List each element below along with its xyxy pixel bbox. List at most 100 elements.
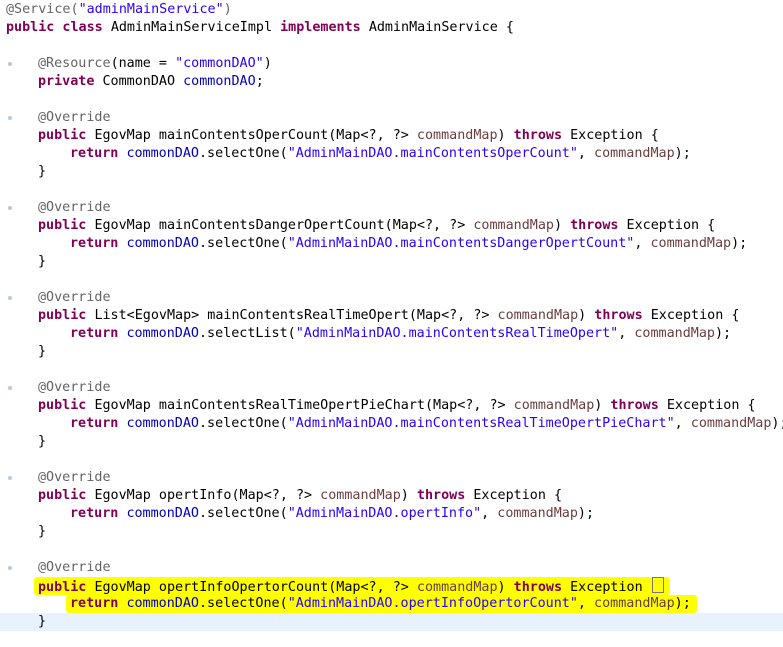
code-token: @Override [38, 560, 111, 575]
code-token: throws [513, 580, 571, 595]
code-line[interactable]: } [0, 253, 783, 271]
code-line[interactable]: return commonDAO.selectList("AdminMainDA… [0, 325, 783, 343]
code-line[interactable] [0, 451, 783, 469]
code-token: } [38, 344, 47, 359]
fold-marker-icon[interactable] [8, 566, 12, 570]
fold-marker-icon[interactable] [8, 386, 12, 390]
code-line[interactable]: @Service("adminMainService") [0, 1, 783, 19]
code-line[interactable] [0, 361, 783, 379]
code-token: EgovMap opertInfoOpertorCount(Map<?, ?> [94, 580, 417, 595]
code-line[interactable]: private CommonDAO commonDAO; [0, 73, 783, 91]
code-token: commonDAO [126, 146, 199, 161]
code-text: @Override [38, 379, 111, 397]
code-token: throws [594, 308, 651, 323]
fold-marker-icon[interactable] [8, 206, 12, 210]
code-line[interactable]: public EgovMap mainContentsOperCount(Map… [0, 127, 783, 145]
code-line[interactable] [0, 91, 783, 109]
code-text: @Override [38, 289, 111, 307]
code-token: , [618, 326, 635, 341]
code-token: } [38, 164, 47, 179]
code-token: commandMap [690, 416, 772, 431]
code-token: Exception { [570, 128, 659, 143]
code-line[interactable]: @Resource(name = "commonDAO") [0, 55, 783, 73]
code-token: @Service( [6, 2, 79, 17]
code-token: ); [577, 506, 595, 521]
code-line[interactable] [0, 181, 783, 199]
code-token: commonDAO [183, 74, 256, 89]
code-token: return [70, 146, 127, 161]
code-token: EgovMap opertInfo(Map<?, ?> [94, 488, 321, 503]
code-token: , [577, 596, 595, 611]
code-line[interactable]: } [0, 163, 783, 181]
fold-marker-icon[interactable] [8, 116, 12, 120]
code-text: private CommonDAO commonDAO; [38, 73, 264, 91]
code-line[interactable]: public EgovMap opertInfo(Map<?, ?> comma… [0, 487, 783, 505]
code-line[interactable]: public List<EgovMap> mainContentsRealTim… [0, 307, 783, 325]
code-line[interactable]: @Override [0, 469, 783, 487]
code-token: .selectList( [199, 326, 296, 341]
code-text: @Service("adminMainService") [6, 1, 232, 19]
code-token: "AdminMainDAO.opertInfoOpertorCount" [287, 596, 578, 611]
code-token: commandMap [497, 506, 578, 521]
code-token: List<EgovMap> mainContentsRealTimeOpert(… [94, 308, 498, 323]
code-line[interactable]: @Override [0, 379, 783, 397]
code-token: .selectOne( [199, 416, 288, 431]
code-token: .selectOne( [199, 506, 288, 521]
fold-marker-icon[interactable] [8, 296, 12, 300]
code-token: return [70, 416, 127, 431]
code-line[interactable] [0, 271, 783, 289]
code-token: commonDAO [126, 416, 199, 431]
code-text: return commonDAO.selectOne("AdminMainDAO… [70, 235, 747, 253]
fold-marker-icon[interactable] [8, 62, 12, 66]
code-text: return commonDAO.selectOne("AdminMainDAO… [70, 145, 691, 163]
code-token: EgovMap mainContentsDangerOpertCount(Map… [94, 218, 474, 233]
code-token: , [577, 146, 595, 161]
code-token: ) [594, 398, 611, 413]
fold-marker-icon[interactable] [8, 476, 12, 480]
code-line[interactable]: public EgovMap opertInfoOpertorCount(Map… [0, 577, 783, 595]
code-text: public EgovMap opertInfo(Map<?, ?> comma… [38, 487, 562, 505]
code-text: @Override [38, 469, 111, 487]
code-line[interactable]: @Override [0, 289, 783, 307]
code-line[interactable]: return commonDAO.selectOne("AdminMainDAO… [0, 415, 783, 433]
code-token: return [70, 596, 127, 611]
code-line[interactable]: } [0, 433, 783, 451]
code-token: ) [223, 2, 232, 17]
code-line[interactable]: return commonDAO.selectOne("AdminMainDAO… [0, 235, 783, 253]
code-token: } [38, 434, 47, 449]
code-token: @Override [38, 200, 111, 215]
code-line[interactable]: public EgovMap mainContentsDangerOpertCo… [0, 217, 783, 235]
code-line[interactable]: public class AdminMainServiceImpl implem… [0, 19, 783, 37]
code-token: ); [714, 326, 732, 341]
code-token: AdminMainServiceImpl [110, 20, 281, 35]
code-line[interactable]: public EgovMap mainContentsRealTimeOpert… [0, 397, 783, 415]
code-line[interactable]: @Override [0, 559, 783, 577]
code-token: "AdminMainDAO.mainContentsRealTimeOpertP… [287, 416, 675, 431]
code-token: throws [570, 218, 627, 233]
code-token: "AdminMainDAO.opertInfo" [287, 506, 482, 521]
code-line[interactable]: return commonDAO.selectOne("AdminMainDAO… [0, 595, 783, 613]
code-token: public [38, 218, 95, 233]
code-line[interactable] [0, 541, 783, 559]
code-line[interactable]: return commonDAO.selectOne("AdminMainDAO… [0, 505, 783, 523]
code-token: , [481, 506, 498, 521]
code-line[interactable]: } [0, 523, 783, 541]
code-text: return commonDAO.selectOne("AdminMainDAO… [70, 415, 783, 433]
code-line[interactable]: } [0, 613, 783, 631]
code-line[interactable]: @Override [0, 199, 783, 217]
code-token: commonDAO [126, 506, 199, 521]
code-token: throws [610, 398, 667, 413]
code-token: public [38, 488, 95, 503]
code-line[interactable]: return commonDAO.selectOne("AdminMainDAO… [0, 145, 783, 163]
code-token: @Override [38, 470, 111, 485]
code-token: (name = [110, 56, 176, 71]
code-line[interactable]: @Override [0, 109, 783, 127]
code-line[interactable] [0, 37, 783, 55]
code-token: ) [553, 218, 571, 233]
code-editor[interactable]: @Service("adminMainService") public class… [0, 0, 783, 647]
code-line[interactable]: } [0, 343, 783, 361]
code-token: Exception { [473, 488, 563, 503]
code-token: public [38, 308, 95, 323]
code-token: commonDAO [126, 326, 199, 341]
code-token: @Override [38, 110, 111, 125]
